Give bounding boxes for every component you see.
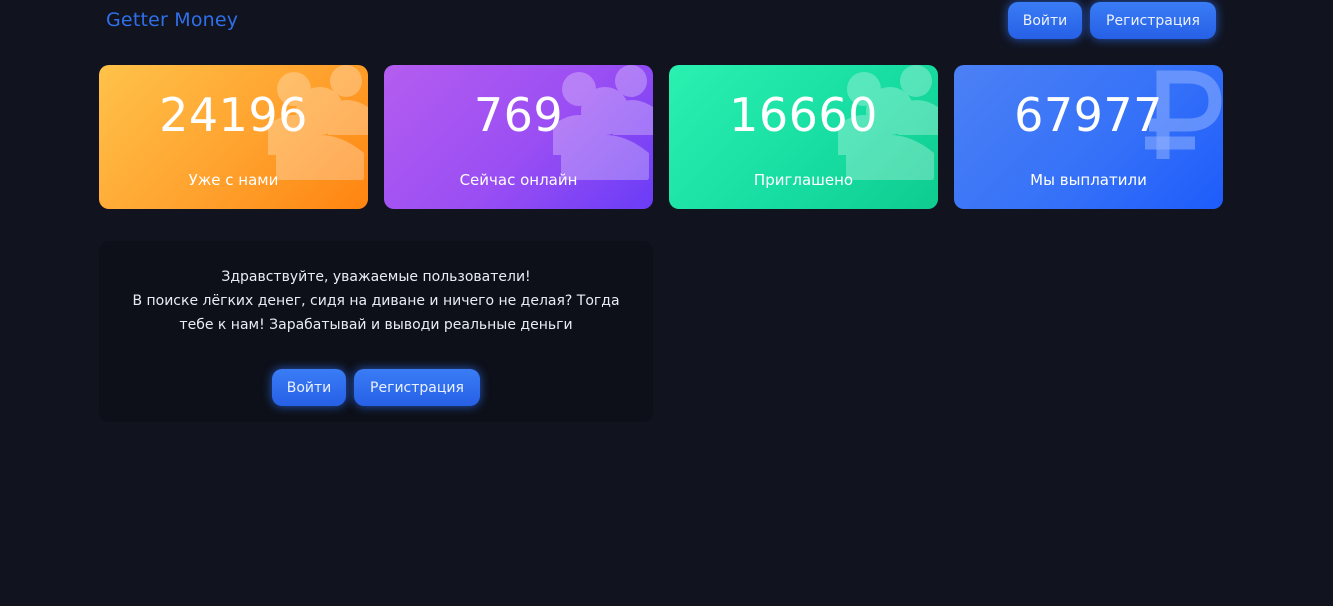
stat-label: Уже с нами [188, 171, 279, 189]
stat-value: 67977 [1014, 88, 1163, 142]
welcome-auth-buttons: Войти Регистрация [99, 369, 653, 406]
site-logo[interactable]: Getter Money [106, 9, 238, 31]
welcome-line: тебе к нам! Зарабатывай и выводи реальны… [179, 317, 573, 333]
stat-card-paid: 67977 Мы выплатили [954, 65, 1223, 209]
welcome-panel: Здравствуйте, уважаемые пользователи! В … [99, 241, 653, 422]
stat-card-members: 24196 Уже с нами [99, 65, 368, 209]
welcome-line: В поиске лёгких денег, сидя на диване и … [132, 293, 620, 309]
stat-value: 24196 [159, 88, 308, 142]
header-login-button[interactable]: Войти [1008, 2, 1082, 39]
stat-value: 769 [473, 88, 564, 142]
header-register-button[interactable]: Регистрация [1090, 2, 1216, 39]
welcome-login-button[interactable]: Войти [272, 369, 346, 406]
stat-label: Приглашено [753, 171, 854, 189]
stat-card-invited: 16660 Приглашено [669, 65, 938, 209]
header-auth-buttons: Войти Регистрация [1008, 2, 1216, 39]
stat-value: 16660 [729, 88, 878, 142]
welcome-register-button[interactable]: Регистрация [354, 369, 480, 406]
welcome-greeting: Здравствуйте, уважаемые пользователи! [221, 269, 531, 285]
stat-label: Мы выплатили [1030, 171, 1147, 189]
welcome-message: Здравствуйте, уважаемые пользователи! В … [119, 265, 633, 337]
top-header: Getter Money Войти Регистрация [0, 0, 1333, 44]
stat-label: Сейчас онлайн [459, 171, 578, 189]
stat-card-online: 769 Сейчас онлайн [384, 65, 653, 209]
